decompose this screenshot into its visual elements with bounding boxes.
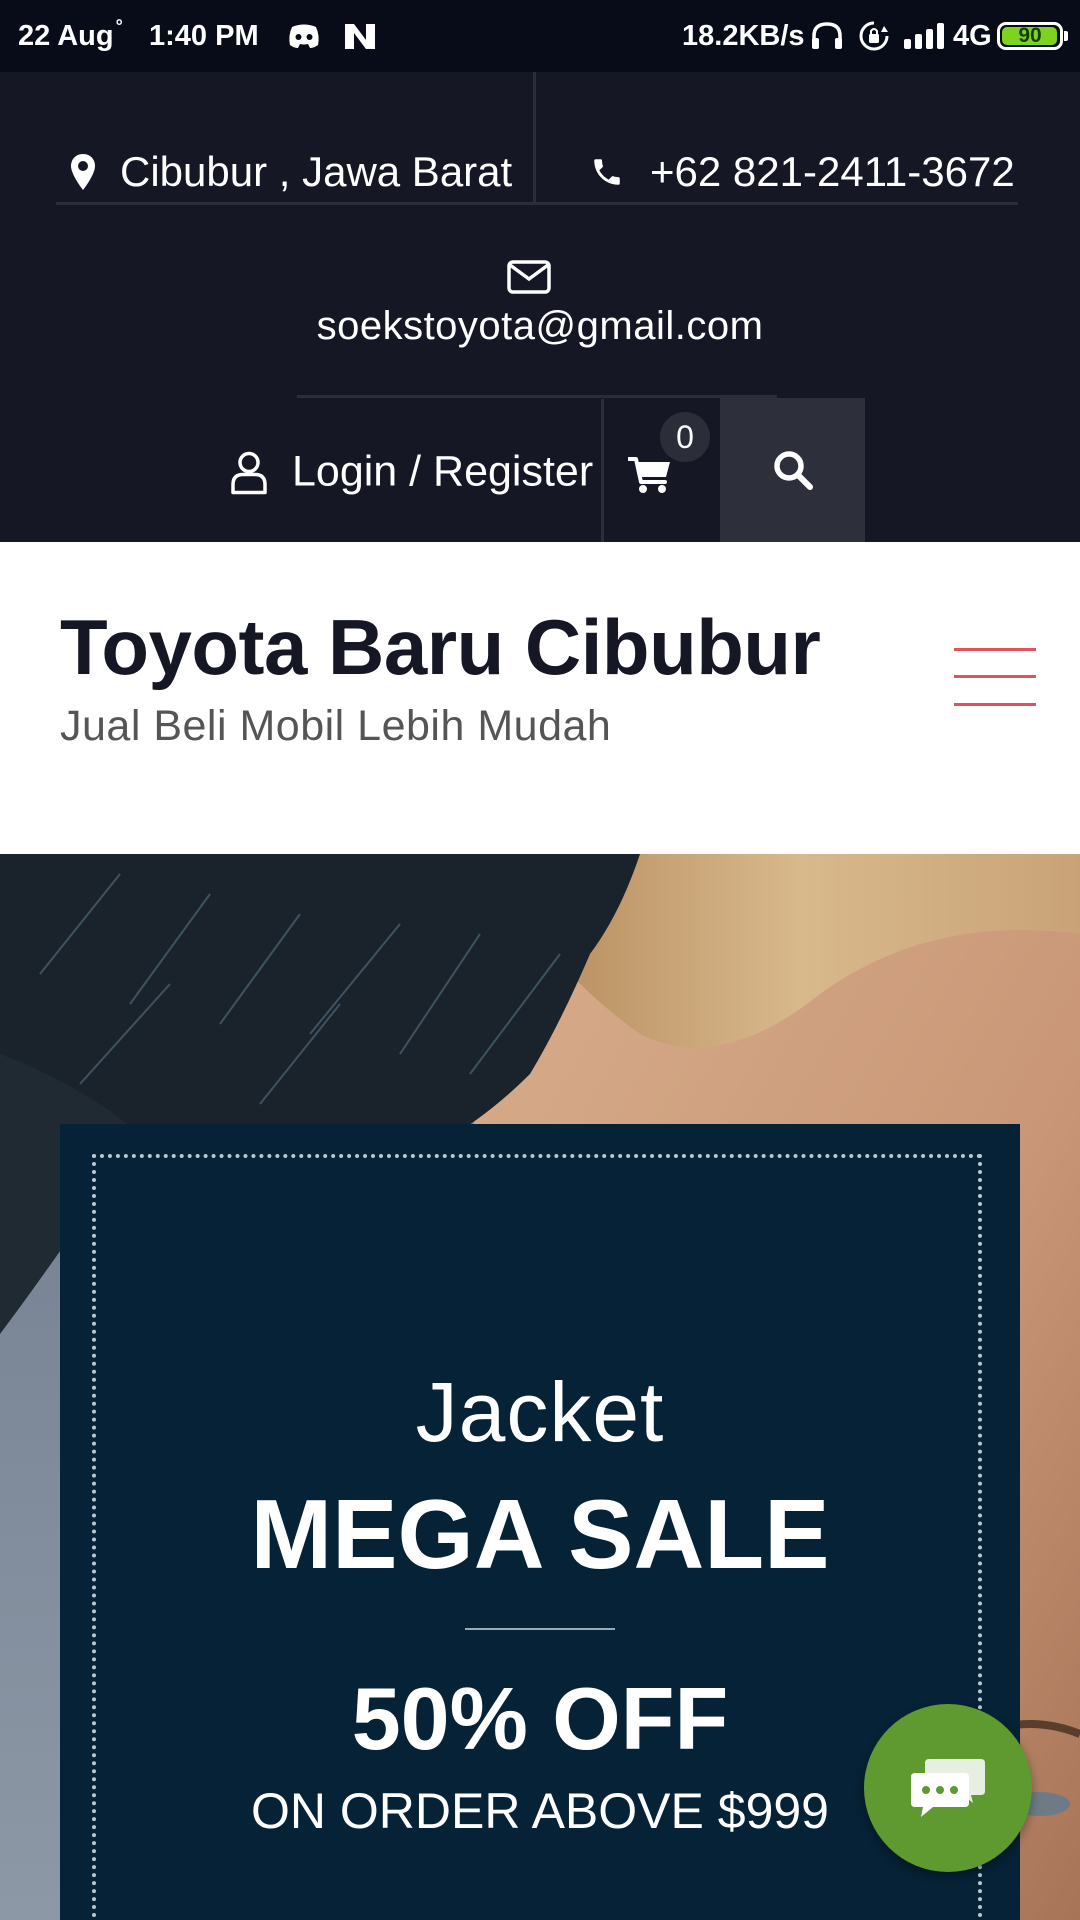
promo-title: MEGA SALE — [250, 1479, 830, 1589]
location-item[interactable]: Cibubur , Jawa Barat — [70, 148, 512, 196]
login-text: Login / Register — [292, 447, 594, 496]
status-network: 4G — [953, 19, 992, 52]
phone-text: +62 821-2411-3672 — [650, 148, 1015, 195]
search-icon — [773, 451, 813, 490]
map-pin-icon — [70, 153, 96, 191]
rotation-lock-icon — [857, 0, 891, 72]
cart-button[interactable] — [627, 455, 672, 500]
chat-button[interactable] — [864, 1704, 1032, 1872]
cart-icon — [627, 457, 670, 493]
menu-line — [954, 703, 1036, 706]
chat-icon — [911, 1759, 985, 1817]
phone-item[interactable]: +62 821-2411-3672 — [590, 148, 1015, 196]
discord-icon — [286, 0, 322, 72]
battery-level: 90 — [1018, 24, 1042, 47]
search-button[interactable] — [720, 398, 865, 542]
envelope-icon — [507, 260, 551, 299]
status-date: 22 Aug ° — [18, 15, 123, 52]
login-register-link[interactable]: Login / Register — [230, 448, 593, 497]
site-header: Toyota Baru Cibubur Jual Beli Mobil Lebi… — [0, 542, 1080, 854]
battery-icon: 90 — [997, 0, 1068, 72]
site-tagline: Jual Beli Mobil Lebih Mudah — [60, 702, 612, 750]
status-bar: 22 Aug ° 1:40 PM 18.2KB/s 4G 90 — [0, 0, 1080, 72]
top-info-bar: Cibubur , Jawa Barat +62 821-2411-3672 s… — [0, 72, 1080, 542]
menu-line — [954, 648, 1036, 651]
phone-icon — [590, 155, 624, 189]
divider — [601, 399, 604, 542]
location-text: Cibubur , Jawa Barat — [120, 148, 513, 195]
divider — [533, 72, 536, 202]
status-speed: 18.2KB/s — [682, 19, 805, 52]
user-icon — [230, 450, 268, 494]
promo-divider — [465, 1628, 615, 1630]
divider — [297, 395, 777, 398]
status-time: 1:40 PM — [149, 19, 259, 52]
divider — [56, 202, 1018, 205]
n-icon — [342, 0, 378, 72]
promo-subtitle: Jacket — [415, 1365, 665, 1459]
email-link[interactable]: soekstoyota@gmail.com — [0, 304, 1080, 349]
menu-line — [954, 675, 1036, 678]
headphones-icon — [810, 0, 844, 72]
site-title[interactable]: Toyota Baru Cibubur — [60, 602, 821, 693]
hamburger-icon[interactable] — [954, 646, 1036, 708]
signal-icon — [902, 0, 952, 72]
cart-count-badge: 0 — [660, 412, 710, 462]
